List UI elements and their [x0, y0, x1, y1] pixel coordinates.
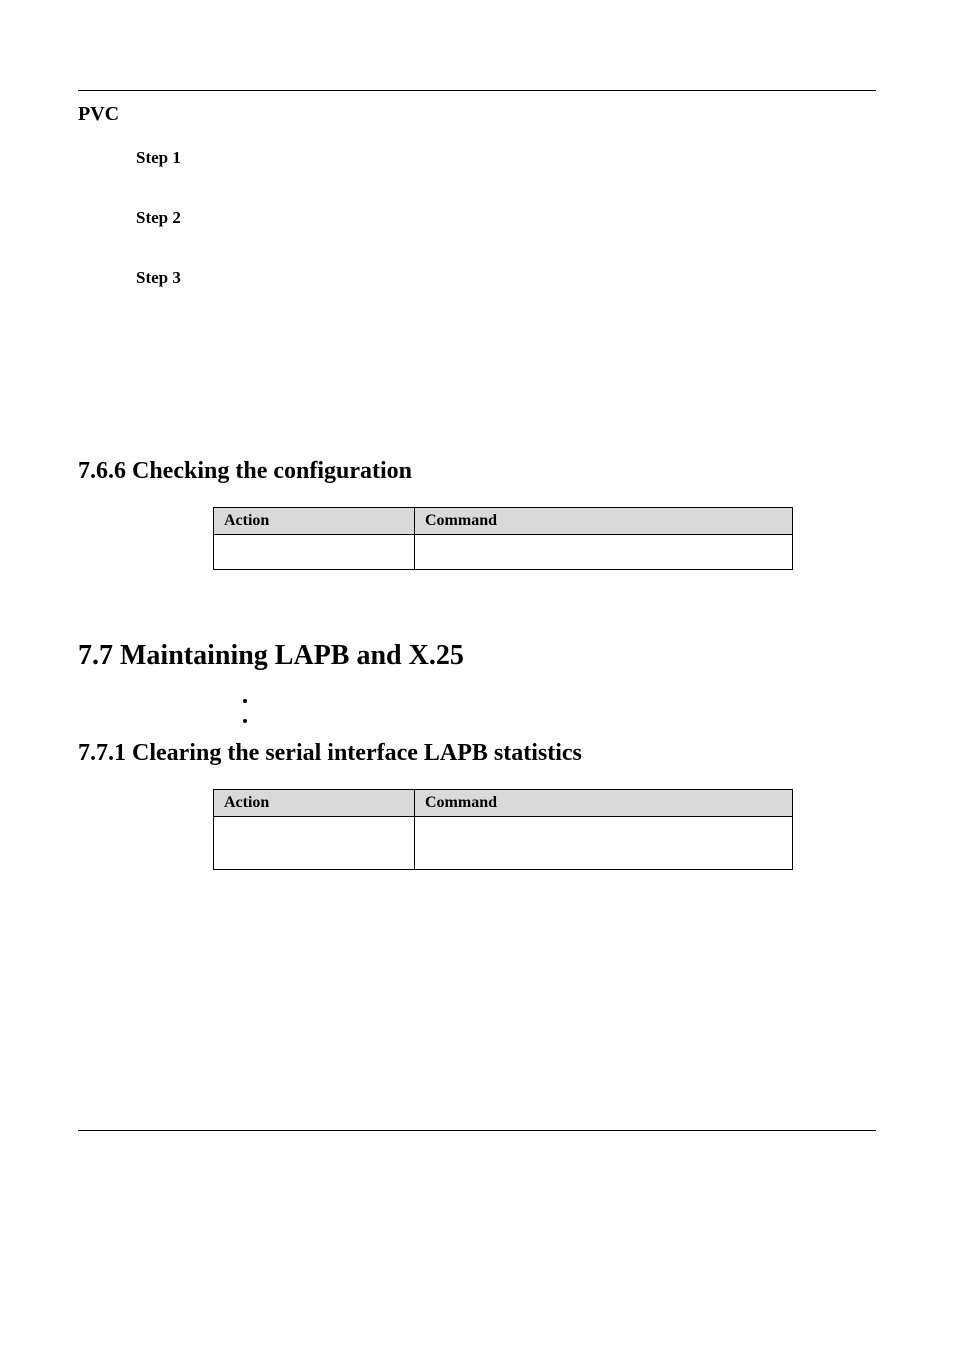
table-771-header-row: Action Command	[214, 790, 793, 817]
step-1-label: Step 1	[136, 148, 876, 168]
section-766-heading: 7.6.6 Checking the configuration	[78, 458, 876, 485]
list-item	[258, 712, 876, 732]
table-771-header-command: Command	[415, 790, 793, 817]
table-766-header-command: Command	[415, 508, 793, 535]
table-766-cell-action	[214, 535, 415, 570]
step-3: Step 3	[136, 268, 876, 288]
table-766-header-action: Action	[214, 508, 415, 535]
table-771-cell-command	[415, 817, 793, 870]
table-771: Action Command	[213, 789, 793, 870]
step-2: Step 2	[136, 208, 876, 228]
table-766-cell-command	[415, 535, 793, 570]
pvc-heading: PVC	[78, 103, 876, 126]
table-766-header-row: Action Command	[214, 508, 793, 535]
table-771-cell-action	[214, 817, 415, 870]
table-row	[214, 535, 793, 570]
table-766: Action Command	[213, 507, 793, 570]
bottom-rule	[78, 1130, 876, 1131]
step-1: Step 1	[136, 148, 876, 168]
top-rule	[78, 90, 876, 91]
table-771-header-action: Action	[214, 790, 415, 817]
table-row	[214, 817, 793, 870]
section-771-heading: 7.7.1 Clearing the serial interface LAPB…	[78, 740, 876, 767]
step-2-label: Step 2	[136, 208, 876, 228]
step-3-label: Step 3	[136, 268, 876, 288]
section-77-heading: 7.7 Maintaining LAPB and X.25	[78, 640, 876, 672]
list-item	[258, 692, 876, 712]
bullets-77	[258, 692, 876, 732]
